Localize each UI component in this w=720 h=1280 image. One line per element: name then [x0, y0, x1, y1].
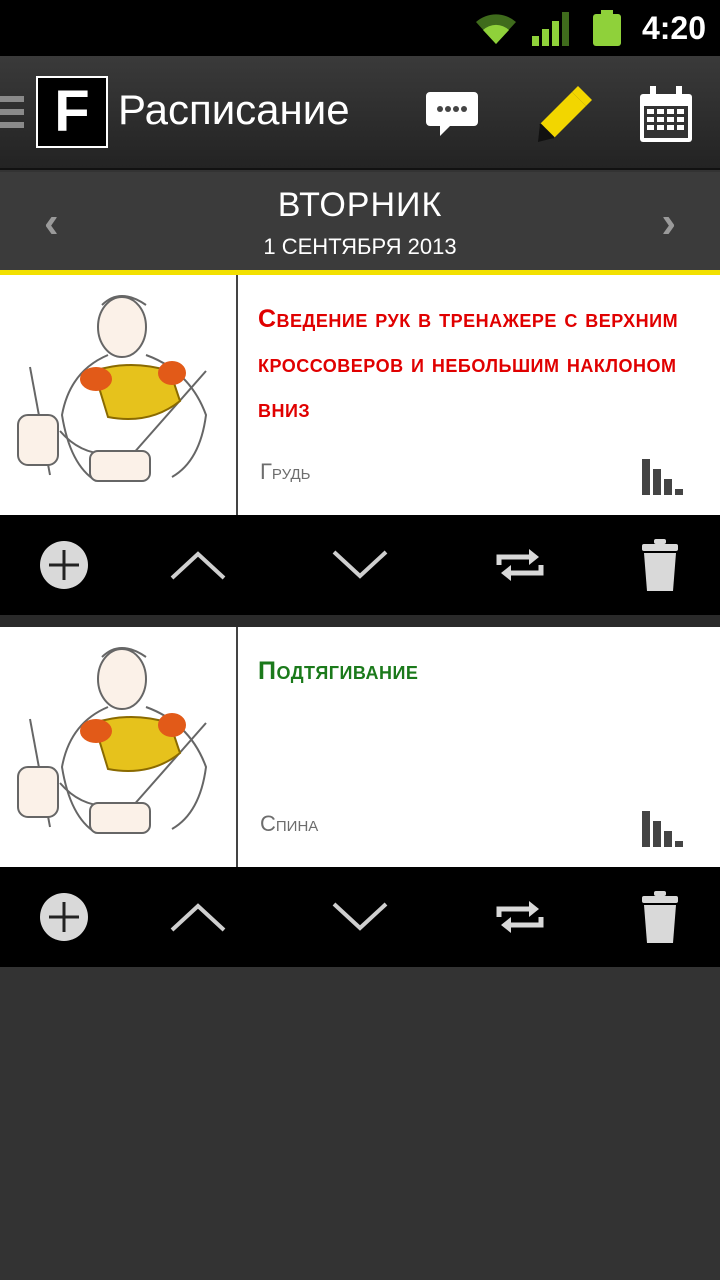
comment-icon: [426, 92, 478, 136]
calendar-button[interactable]: [638, 86, 698, 146]
move-up-button[interactable]: [148, 867, 248, 967]
move-down-icon: [332, 550, 388, 579]
replace-icon: [496, 901, 544, 933]
action-bar: F Расписание: [0, 56, 720, 170]
move-up-icon: [170, 903, 226, 932]
add-icon: [40, 541, 88, 589]
exercise-card[interactable]: Подтягивание Спина: [0, 627, 720, 867]
date-label: 1 СЕНТЯБРЯ 2013: [263, 234, 457, 259]
add-icon: [40, 893, 88, 941]
exercise-card[interactable]: Сведение рук в тренажере с верхним кросс…: [0, 275, 720, 515]
trash-icon: [642, 891, 678, 943]
app-logo-letter: F: [54, 79, 90, 144]
exercise-toolbar: [0, 515, 720, 615]
replace-icon: [496, 549, 544, 581]
exercise-image: [0, 275, 236, 515]
replace-button[interactable]: [470, 867, 570, 967]
replace-button[interactable]: [470, 515, 570, 615]
edit-button[interactable]: [532, 86, 592, 146]
status-time: 4:20: [641, 10, 706, 46]
delete-button[interactable]: [610, 515, 710, 615]
stats-icon[interactable]: [642, 811, 686, 847]
trash-icon: [642, 539, 678, 591]
calendar-icon: [640, 86, 692, 142]
drawer-icon[interactable]: [0, 96, 24, 128]
exercise-toolbar: [0, 867, 720, 967]
exercise-title: Подтягивание: [258, 657, 419, 685]
move-up-icon: [170, 551, 226, 580]
add-button[interactable]: [14, 515, 114, 615]
status-bar: 4:20: [0, 0, 720, 56]
card-separator: [0, 615, 720, 627]
muscle-group-label: Спина: [260, 811, 319, 836]
muscle-group-label: Грудь: [260, 459, 311, 484]
move-down-icon: [332, 902, 388, 931]
add-button[interactable]: [14, 867, 114, 967]
next-arrow-icon[interactable]: ›: [661, 198, 676, 248]
move-up-button[interactable]: [148, 515, 248, 615]
move-down-button[interactable]: [310, 867, 410, 967]
card-divider: [236, 275, 238, 515]
wifi-icon: [476, 14, 516, 44]
exercise-image: [0, 627, 236, 867]
move-down-button[interactable]: [310, 515, 410, 615]
signal-icon: [532, 12, 569, 46]
app-logo[interactable]: F: [36, 76, 108, 148]
exercise-title: Сведение рук в тренажере с верхним кросс…: [258, 305, 679, 423]
comment-button[interactable]: [424, 86, 484, 146]
delete-button[interactable]: [610, 867, 710, 967]
pencil-icon: [538, 86, 592, 142]
card-divider: [236, 627, 238, 867]
stats-icon[interactable]: [642, 459, 686, 495]
day-header: ‹ ВТОРНИК 1 СЕНТЯБРЯ 2013 ›: [0, 172, 720, 270]
page-title: Расписание: [118, 86, 350, 133]
battery-icon: [593, 10, 621, 46]
weekday-label: ВТОРНИК: [277, 186, 443, 224]
